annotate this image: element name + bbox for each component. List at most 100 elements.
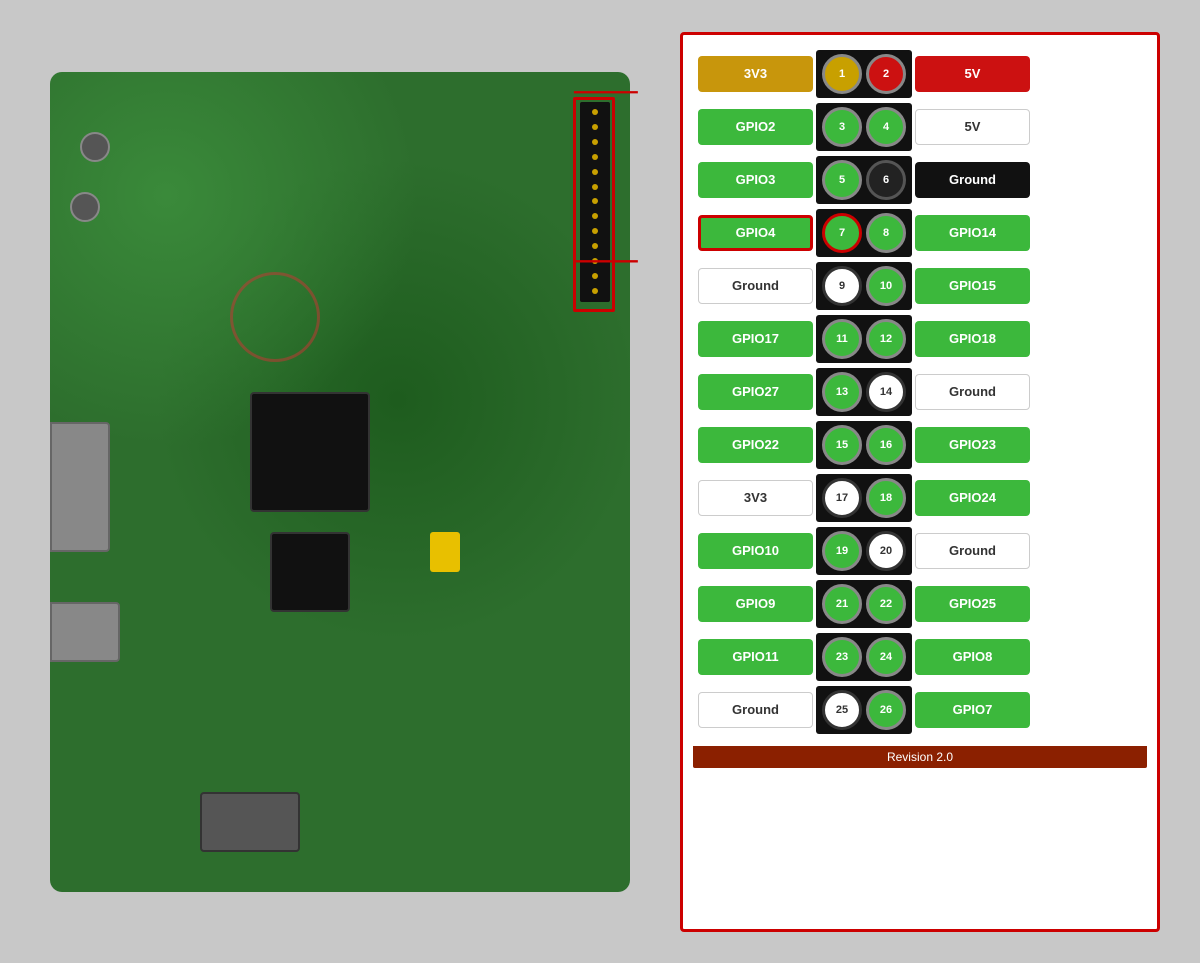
secondary-chip bbox=[270, 532, 350, 612]
center-pins-10: 19 20 bbox=[816, 527, 912, 575]
pin-gpio3-left: GPIO3 bbox=[698, 162, 813, 198]
pin-circle-14: 14 bbox=[866, 372, 906, 412]
pin-row-8: GPIO22 15 16 GPIO23 bbox=[698, 421, 1142, 469]
pinout-wrapper: HEADER PIN 7 3V3 1 2 5V bbox=[660, 32, 1160, 932]
pin-gpio23-right: GPIO23 bbox=[915, 427, 1030, 463]
pin-circle-6: 6 bbox=[866, 160, 906, 200]
pin-circle-5: 5 bbox=[822, 160, 862, 200]
yellow-component bbox=[430, 532, 460, 572]
pin-circle-12: 12 bbox=[866, 319, 906, 359]
pin-circle-3: 3 bbox=[822, 107, 862, 147]
pin-circle-1: 1 bbox=[822, 54, 862, 94]
right-label-5: GPIO15 bbox=[915, 268, 1030, 304]
pinout-container: 3V3 1 2 5V GPIO2 3 bbox=[680, 32, 1160, 932]
pin-3v3-left-9: 3V3 bbox=[698, 480, 813, 516]
center-pins-9: 17 18 bbox=[816, 474, 912, 522]
center-pins-3: 5 6 bbox=[816, 156, 912, 204]
gpio-pin-10 bbox=[592, 243, 598, 249]
gpio-pin-13 bbox=[592, 288, 598, 294]
gpio-pin-9 bbox=[592, 228, 598, 234]
pin-circle-15: 15 bbox=[822, 425, 862, 465]
pin-5v-right-1: 5V bbox=[915, 56, 1030, 92]
right-label-4: GPIO14 bbox=[915, 215, 1030, 251]
gpio-pin-1 bbox=[592, 109, 598, 115]
pin-5v-right-2: 5V bbox=[915, 109, 1030, 145]
pin-ground-right-7: Ground bbox=[915, 374, 1030, 410]
left-label-13: Ground bbox=[698, 692, 813, 728]
pin-gpio10-left: GPIO10 bbox=[698, 533, 813, 569]
pin-row-2: GPIO2 3 4 5V bbox=[698, 103, 1142, 151]
pin-row-7: GPIO27 13 14 Ground bbox=[698, 368, 1142, 416]
pin-3v3-left: 3V3 bbox=[698, 56, 813, 92]
right-label-1: 5V bbox=[915, 56, 1030, 92]
left-label-8: GPIO22 bbox=[698, 427, 813, 463]
center-pins-2: 3 4 bbox=[816, 103, 912, 151]
pin-circle-24: 24 bbox=[866, 637, 906, 677]
pin-circle-21: 21 bbox=[822, 584, 862, 624]
pin-row-4: GPIO4 7 8 GPIO14 bbox=[698, 209, 1142, 257]
gpio-pin-3 bbox=[592, 139, 598, 145]
center-pins-11: 21 22 bbox=[816, 580, 912, 628]
center-pins-1: 1 2 bbox=[816, 50, 912, 98]
main-chip bbox=[250, 392, 370, 512]
left-label-6: GPIO17 bbox=[698, 321, 813, 357]
pin-circle-4: 4 bbox=[866, 107, 906, 147]
pin-ground-left-13: Ground bbox=[698, 692, 813, 728]
left-label-7: GPIO27 bbox=[698, 374, 813, 410]
pin-gpio24-right: GPIO24 bbox=[915, 480, 1030, 516]
pin-row-6: GPIO17 11 12 GPIO18 bbox=[698, 315, 1142, 363]
pin-circle-2: 2 bbox=[866, 54, 906, 94]
center-pins-13: 25 26 bbox=[816, 686, 912, 734]
left-label-3: GPIO3 bbox=[698, 162, 813, 198]
diagram-wrapper: 3V3 1 2 5V GPIO2 3 bbox=[693, 45, 1147, 742]
pin-circle-22: 22 bbox=[866, 584, 906, 624]
pin-row-5: Ground 9 10 GPIO15 bbox=[698, 262, 1142, 310]
left-label-9: 3V3 bbox=[698, 480, 813, 516]
right-label-10: Ground bbox=[915, 533, 1030, 569]
pin-gpio11-left: GPIO11 bbox=[698, 639, 813, 675]
pin-circle-18: 18 bbox=[866, 478, 906, 518]
gpio-pin-11 bbox=[592, 258, 598, 264]
pin-gpio18-right: GPIO18 bbox=[915, 321, 1030, 357]
pin-gpio15-right: GPIO15 bbox=[915, 268, 1030, 304]
right-label-12: GPIO8 bbox=[915, 639, 1030, 675]
pin-gpio9-left: GPIO9 bbox=[698, 586, 813, 622]
gpio-pin-8 bbox=[592, 213, 598, 219]
hdmi-port bbox=[200, 792, 300, 852]
left-label-11: GPIO9 bbox=[698, 586, 813, 622]
pin-ground-right-10: Ground bbox=[915, 533, 1030, 569]
pin-row-12: GPIO11 23 24 GPIO8 bbox=[698, 633, 1142, 681]
left-label-4: GPIO4 bbox=[698, 215, 813, 251]
pin-circle-25: 25 bbox=[822, 690, 862, 730]
gpio-pin-2 bbox=[592, 124, 598, 130]
left-label-1: 3V3 bbox=[698, 56, 813, 92]
left-label-10: GPIO10 bbox=[698, 533, 813, 569]
pin-circle-20: 20 bbox=[866, 531, 906, 571]
pin-circle-9: 9 bbox=[822, 266, 862, 306]
right-label-13: GPIO7 bbox=[915, 692, 1030, 728]
pin-circle-16: 16 bbox=[866, 425, 906, 465]
raspi-logo bbox=[230, 272, 320, 362]
right-label-7: Ground bbox=[915, 374, 1030, 410]
pin-row-1: 3V3 1 2 5V bbox=[698, 50, 1142, 98]
pin-gpio2-left: GPIO2 bbox=[698, 109, 813, 145]
pin-row-13: Ground 25 26 GPIO7 bbox=[698, 686, 1142, 734]
center-pins-8: 15 16 bbox=[816, 421, 912, 469]
pin-gpio14-right: GPIO14 bbox=[915, 215, 1030, 251]
center-pins-4: 7 8 bbox=[816, 209, 912, 257]
center-pins-5: 9 10 bbox=[816, 262, 912, 310]
pin-row-11: GPIO9 21 22 GPIO25 bbox=[698, 580, 1142, 628]
pin-circle-26: 26 bbox=[866, 690, 906, 730]
center-pins-12: 23 24 bbox=[816, 633, 912, 681]
right-label-6: GPIO18 bbox=[915, 321, 1030, 357]
capacitor-2 bbox=[70, 192, 100, 222]
right-label-8: GPIO23 bbox=[915, 427, 1030, 463]
rpi-board-area bbox=[40, 42, 660, 922]
pin-circle-23: 23 bbox=[822, 637, 862, 677]
gpio-pin-12 bbox=[592, 273, 598, 279]
right-label-11: GPIO25 bbox=[915, 586, 1030, 622]
pin-ground-left-5: Ground bbox=[698, 268, 813, 304]
main-container: HEADER PIN 7 3V3 1 2 5V bbox=[0, 0, 1200, 963]
pin-gpio25-right: GPIO25 bbox=[915, 586, 1030, 622]
left-label-5: Ground bbox=[698, 268, 813, 304]
